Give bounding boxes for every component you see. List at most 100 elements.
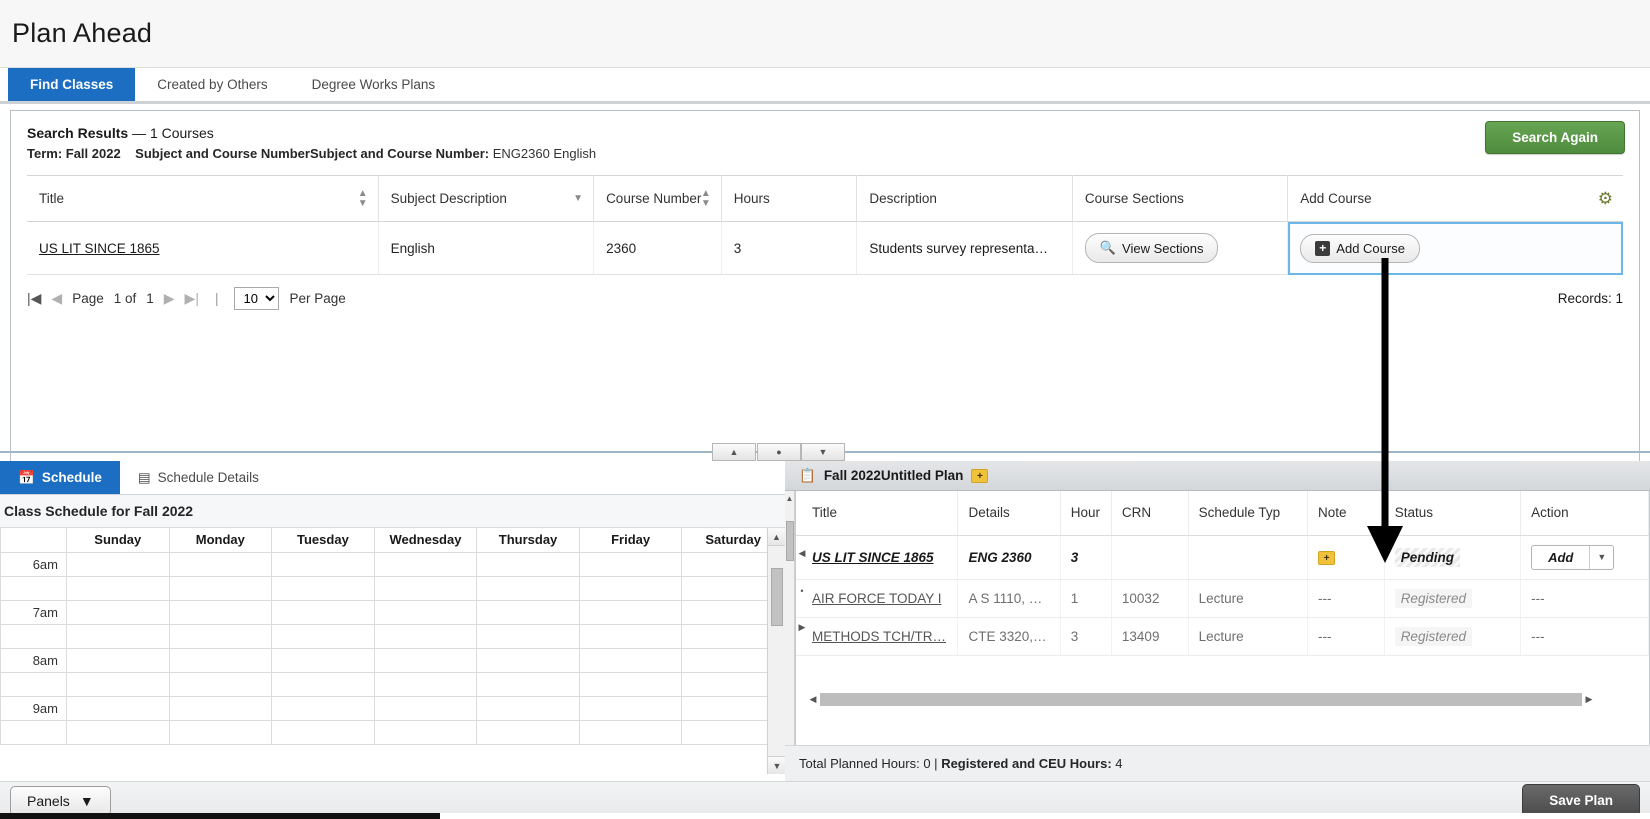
- schedule-cell[interactable]: [476, 575, 580, 601]
- schedule-cell[interactable]: [578, 719, 683, 745]
- scrollbar-thumb[interactable]: [771, 568, 783, 626]
- schedule-cell[interactable]: [373, 599, 478, 625]
- schedule-cell[interactable]: [271, 623, 375, 649]
- plan-column-details[interactable]: Details: [957, 491, 1061, 536]
- column-header-description[interactable]: Description: [856, 175, 1073, 222]
- column-header-subject-description[interactable]: Subject Description ▼: [378, 175, 595, 222]
- prev-page-icon[interactable]: ◀: [51, 290, 62, 307]
- schedule-cell[interactable]: [373, 647, 478, 673]
- tab-plan[interactable]: 📋 Fall 2022Untitled Plan +: [785, 468, 1002, 484]
- schedule-cell[interactable]: [373, 551, 478, 577]
- scroll-up-icon[interactable]: ▲: [768, 528, 785, 546]
- row-selector[interactable]: •: [796, 572, 808, 609]
- schedule-cell[interactable]: [373, 623, 478, 649]
- search-again-button[interactable]: Search Again: [1485, 121, 1625, 154]
- schedule-cell[interactable]: [476, 599, 580, 625]
- add-action-split-button[interactable]: Add ▼: [1531, 544, 1615, 570]
- schedule-cell[interactable]: [168, 551, 273, 577]
- add-course-button[interactable]: + Add Course: [1300, 233, 1420, 263]
- course-title-link[interactable]: US LIT SINCE 1865: [39, 241, 160, 256]
- schedule-cell[interactable]: [271, 671, 375, 697]
- schedule-cell[interactable]: [578, 575, 683, 601]
- panels-button[interactable]: Panels ▼: [10, 785, 111, 816]
- scroll-right-icon[interactable]: ▶: [1582, 694, 1596, 705]
- sort-icon[interactable]: ▲ ▼: [701, 188, 711, 209]
- plan-column-crn[interactable]: CRN: [1111, 491, 1189, 536]
- schedule-cell[interactable]: [578, 599, 683, 625]
- schedule-vertical-scrollbar[interactable]: ▲ ▼: [767, 528, 785, 774]
- last-page-icon[interactable]: ▶|: [185, 290, 199, 307]
- note-icon[interactable]: +: [1317, 551, 1335, 565]
- schedule-cell[interactable]: [578, 647, 683, 673]
- row-selector[interactable]: ◀: [796, 535, 808, 572]
- schedule-cell[interactable]: [476, 695, 580, 721]
- schedule-cell[interactable]: [66, 575, 170, 601]
- schedule-cell[interactable]: [476, 647, 580, 673]
- schedule-cell[interactable]: [578, 623, 683, 649]
- tab-schedule-details[interactable]: ▤ Schedule Details: [120, 461, 277, 494]
- schedule-cell[interactable]: [168, 695, 273, 721]
- schedule-cell[interactable]: [271, 551, 375, 577]
- schedule-cell[interactable]: [271, 719, 375, 745]
- schedule-cell[interactable]: [66, 671, 170, 697]
- column-header-course-number[interactable]: Course Number ▲ ▼: [593, 175, 722, 222]
- schedule-cell[interactable]: [66, 623, 170, 649]
- schedule-cell[interactable]: [271, 575, 375, 601]
- schedule-cell[interactable]: [168, 719, 273, 745]
- scroll-down-icon[interactable]: ▼: [768, 756, 785, 774]
- schedule-cell[interactable]: [373, 695, 478, 721]
- schedule-cell[interactable]: [66, 599, 170, 625]
- schedule-cell[interactable]: [66, 695, 170, 721]
- schedule-cell[interactable]: [373, 719, 478, 745]
- next-page-icon[interactable]: ▶: [164, 290, 175, 307]
- schedule-cell[interactable]: [578, 671, 683, 697]
- sort-descending-icon[interactable]: ▼: [573, 193, 583, 204]
- view-sections-button[interactable]: 🔍 View Sections: [1084, 233, 1219, 263]
- schedule-cell[interactable]: [66, 551, 170, 577]
- tab-find-classes[interactable]: Find Classes: [8, 68, 136, 101]
- schedule-cell[interactable]: [168, 599, 273, 625]
- column-header-course-sections[interactable]: Course Sections: [1072, 175, 1289, 222]
- note-add-icon[interactable]: +: [971, 468, 989, 483]
- schedule-cell[interactable]: [476, 671, 580, 697]
- plan-column-hours[interactable]: Hour: [1060, 491, 1112, 536]
- scroll-left-icon[interactable]: ◀: [806, 694, 820, 705]
- splitter-collapse-up-button[interactable]: ▲: [712, 443, 756, 461]
- splitter-handle-button[interactable]: ●: [757, 443, 801, 461]
- schedule-cell[interactable]: [271, 647, 375, 673]
- schedule-cell[interactable]: [271, 599, 375, 625]
- column-header-add-course[interactable]: Add Course ⚙: [1287, 175, 1623, 222]
- first-page-icon[interactable]: |◀: [27, 290, 41, 307]
- splitter-collapse-down-button[interactable]: ▼: [801, 443, 845, 461]
- tab-created-by-others[interactable]: Created by Others: [135, 68, 289, 101]
- plan-column-title[interactable]: Title: [796, 491, 959, 536]
- plan-scroll-up-icon[interactable]: ▲: [785, 491, 794, 505]
- row-selector[interactable]: ▶: [796, 609, 808, 646]
- scrollbar-thumb[interactable]: [820, 692, 1582, 706]
- plan-vertical-scrollbar[interactable]: ▲: [785, 491, 795, 746]
- schedule-cell[interactable]: [168, 623, 273, 649]
- schedule-cell[interactable]: [66, 647, 170, 673]
- per-page-select[interactable]: 10: [234, 287, 280, 310]
- plan-column-schedule-type[interactable]: Schedule Typ: [1188, 491, 1308, 536]
- schedule-cell[interactable]: [168, 671, 273, 697]
- schedule-cell[interactable]: [271, 695, 375, 721]
- schedule-cell[interactable]: [476, 551, 580, 577]
- plan-scrollbar-thumb[interactable]: [786, 521, 794, 561]
- sort-icon[interactable]: ▲ ▼: [358, 188, 368, 209]
- plan-course-title-link[interactable]: METHODS TCH/TR…: [812, 629, 946, 644]
- schedule-cell[interactable]: [168, 575, 273, 601]
- schedule-cell[interactable]: [168, 647, 273, 673]
- plan-column-note[interactable]: Note: [1307, 491, 1385, 536]
- caret-down-icon[interactable]: ▼: [1589, 545, 1613, 569]
- column-header-hours[interactable]: Hours: [721, 175, 858, 222]
- plan-column-status[interactable]: Status: [1384, 491, 1522, 536]
- schedule-cell[interactable]: [476, 623, 580, 649]
- schedule-cell[interactable]: [66, 719, 170, 745]
- plan-horizontal-scrollbar[interactable]: ◀ ▶: [806, 691, 1596, 707]
- plan-course-title-link[interactable]: US LIT SINCE 1865: [812, 550, 934, 565]
- schedule-cell[interactable]: [578, 551, 683, 577]
- tab-schedule[interactable]: 📅 Schedule: [0, 461, 120, 494]
- plan-column-action[interactable]: Action: [1520, 491, 1649, 536]
- schedule-cell[interactable]: [578, 695, 683, 721]
